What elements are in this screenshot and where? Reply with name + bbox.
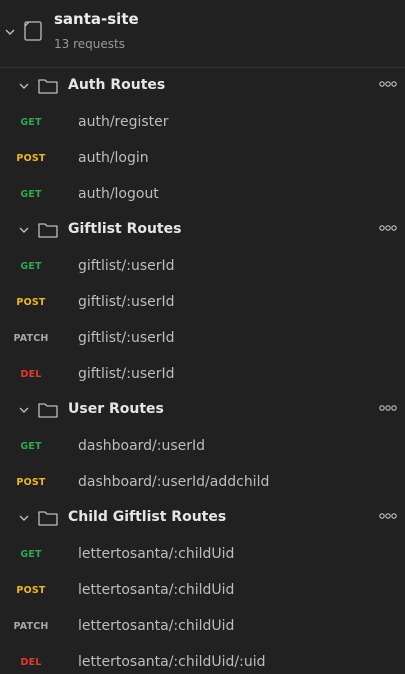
method-badge: DEL — [20, 369, 42, 380]
folder-icon — [38, 79, 58, 94]
request-row[interactable]: GET dashboard/:userId — [0, 428, 405, 464]
folder-name[interactable]: Giftlist Routes — [68, 221, 181, 237]
method-badge: POST — [16, 153, 46, 164]
chevron-down-icon[interactable] — [18, 512, 30, 524]
collection-header[interactable]: santa-site 13 requests — [0, 0, 405, 68]
request-row[interactable]: POST auth/login — [0, 140, 405, 176]
chevron-down-icon[interactable] — [18, 404, 30, 416]
folder-row[interactable]: Child Giftlist Routes — [0, 500, 405, 536]
collection-title[interactable]: santa-site — [54, 10, 139, 28]
request-name[interactable]: giftlist/:userId — [78, 366, 175, 382]
chevron-down-icon[interactable] — [18, 80, 30, 92]
folder-name[interactable]: User Routes — [68, 401, 164, 417]
method-badge: POST — [16, 477, 46, 488]
request-row[interactable]: POST dashboard/:userId/addchild — [0, 464, 405, 500]
folder-icon — [38, 223, 58, 238]
folder-row[interactable]: User Routes — [0, 392, 405, 428]
request-count: 13 requests — [54, 37, 125, 51]
more-options-icon[interactable] — [379, 224, 397, 232]
more-options-icon[interactable] — [379, 80, 397, 88]
method-badge: GET — [20, 261, 42, 272]
request-row[interactable]: DEL giftlist/:userId — [0, 356, 405, 392]
method-badge: POST — [16, 297, 46, 308]
folder-name[interactable]: Auth Routes — [68, 77, 165, 93]
request-row[interactable]: GET auth/register — [0, 104, 405, 140]
folder-row[interactable]: Giftlist Routes — [0, 212, 405, 248]
collections-sidebar: santa-site 13 requests Auth Routes GET aut… — [0, 0, 405, 674]
method-badge: PATCH — [13, 621, 49, 632]
method-badge: DEL — [20, 657, 42, 668]
request-name[interactable]: auth/register — [78, 114, 169, 130]
folder-name[interactable]: Child Giftlist Routes — [68, 509, 226, 525]
request-row[interactable]: GET lettertosanta/:childUid — [0, 536, 405, 572]
request-row[interactable]: PATCH giftlist/:userId — [0, 320, 405, 356]
request-row[interactable]: POST lettertosanta/:childUid — [0, 572, 405, 608]
chevron-down-icon[interactable] — [4, 26, 16, 38]
request-name[interactable]: giftlist/:userId — [78, 258, 175, 274]
method-badge: GET — [20, 549, 42, 560]
request-row[interactable]: DEL lettertosanta/:childUid/:uid — [0, 644, 405, 674]
request-row[interactable]: GET giftlist/:userId — [0, 248, 405, 284]
more-options-icon[interactable] — [379, 404, 397, 412]
method-badge: GET — [20, 117, 42, 128]
request-name[interactable]: dashboard/:userId — [78, 438, 205, 454]
request-row[interactable]: PATCH lettertosanta/:childUid — [0, 608, 405, 644]
request-name[interactable]: giftlist/:userId — [78, 294, 175, 310]
method-badge: GET — [20, 189, 42, 200]
folder-row[interactable]: Auth Routes — [0, 68, 405, 104]
request-name[interactable]: giftlist/:userId — [78, 330, 175, 346]
request-row[interactable]: POST giftlist/:userId — [0, 284, 405, 320]
request-name[interactable]: auth/logout — [78, 186, 159, 202]
request-name[interactable]: dashboard/:userId/addchild — [78, 474, 269, 490]
collection-icon — [24, 21, 42, 41]
request-name[interactable]: lettertosanta/:childUid — [78, 618, 234, 634]
request-name[interactable]: lettertosanta/:childUid — [78, 582, 234, 598]
method-badge: PATCH — [13, 333, 49, 344]
folder-icon — [38, 403, 58, 418]
chevron-down-icon[interactable] — [18, 224, 30, 236]
method-badge: POST — [16, 585, 46, 596]
more-options-icon[interactable] — [379, 512, 397, 520]
request-row[interactable]: GET auth/logout — [0, 176, 405, 212]
request-name[interactable]: lettertosanta/:childUid — [78, 546, 234, 562]
request-name[interactable]: auth/login — [78, 150, 149, 166]
method-badge: GET — [20, 441, 42, 452]
folder-icon — [38, 511, 58, 526]
request-name[interactable]: lettertosanta/:childUid/:uid — [78, 654, 266, 670]
